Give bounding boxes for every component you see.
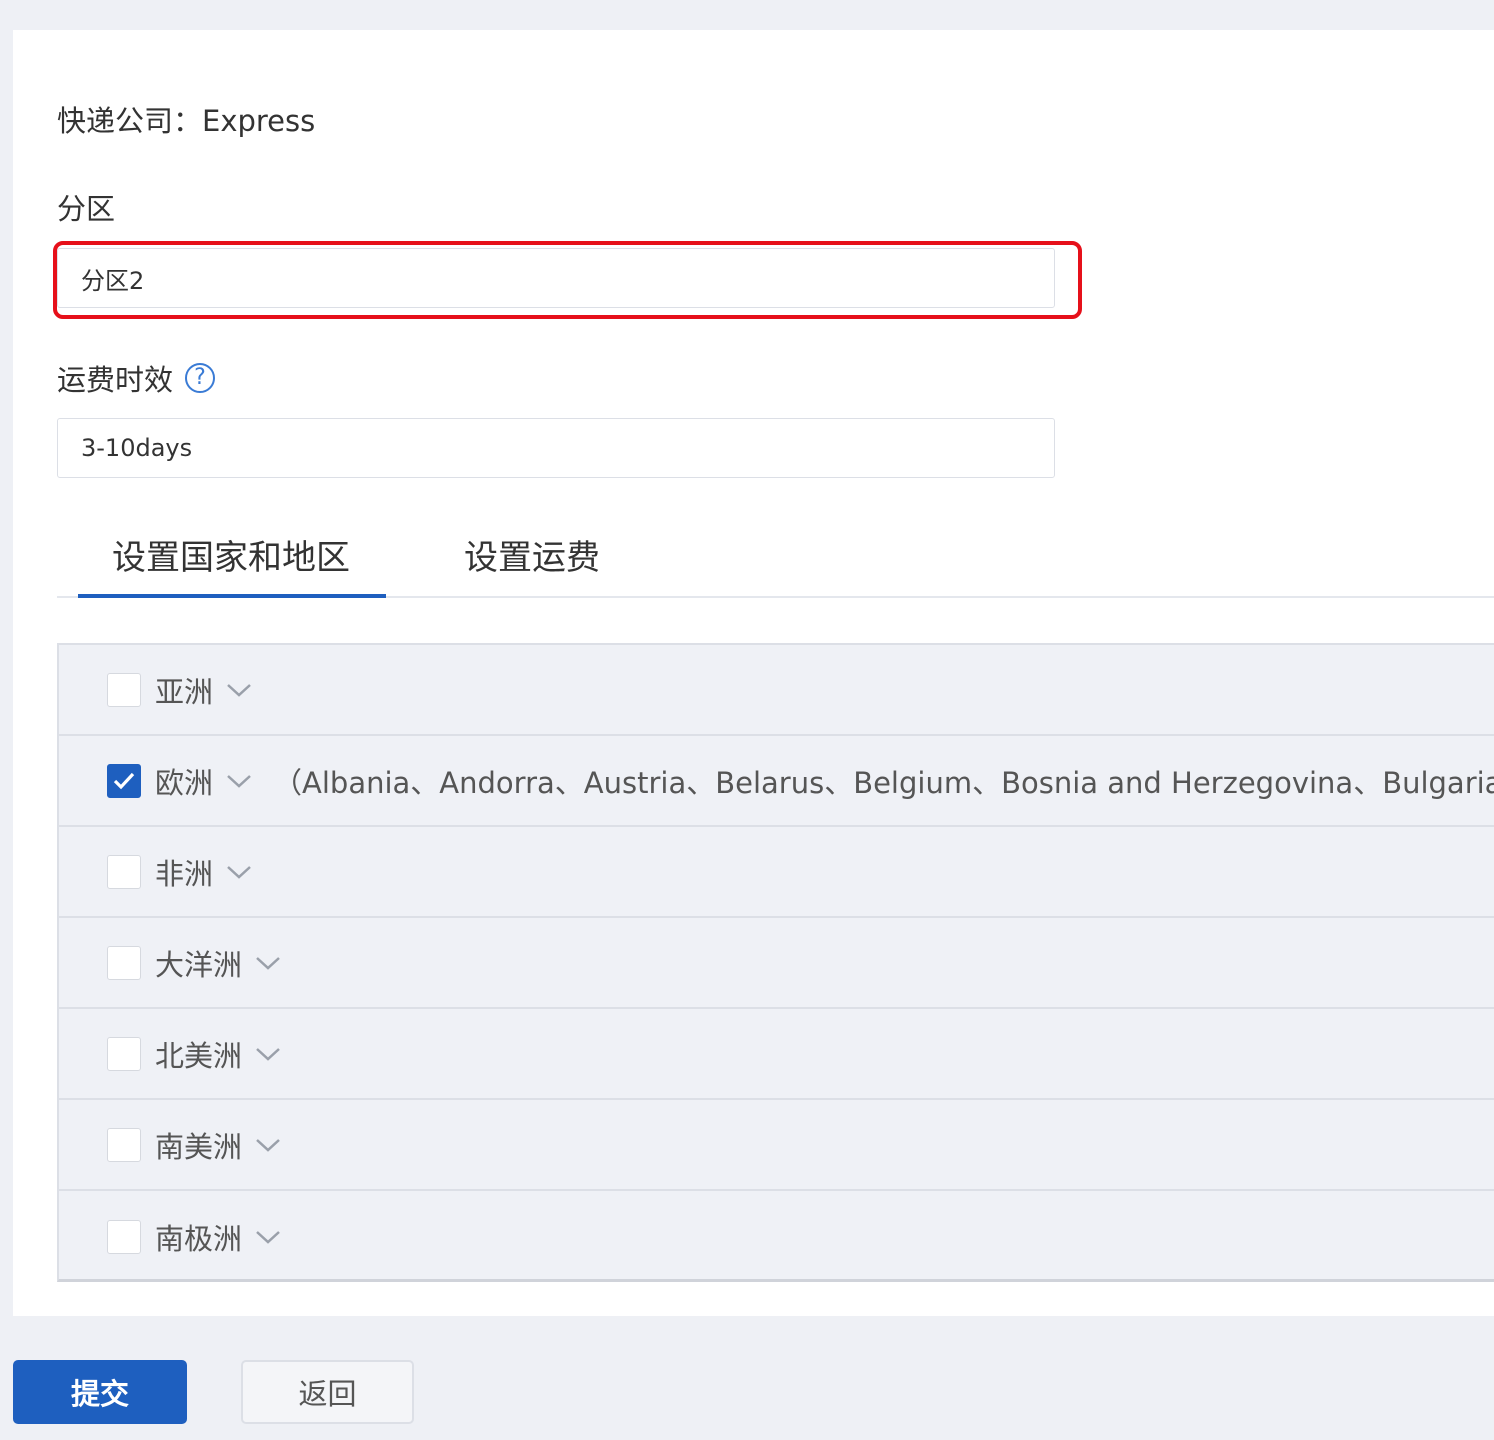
chevron-down-icon[interactable] bbox=[225, 681, 253, 699]
carrier-label: 快递公司：Express bbox=[57, 104, 316, 138]
chevron-down-icon[interactable] bbox=[254, 1045, 282, 1063]
chevron-down-icon[interactable] bbox=[254, 1136, 282, 1154]
active-tab-indicator bbox=[78, 594, 386, 598]
chevron-down-icon[interactable] bbox=[254, 1228, 282, 1246]
question-circle-icon[interactable]: ? bbox=[185, 363, 216, 393]
zone-label: 分区 bbox=[57, 186, 115, 228]
region-checkbox-oceania[interactable] bbox=[107, 945, 141, 980]
region-checkbox-asia[interactable] bbox=[107, 672, 141, 707]
shipping-time-input[interactable] bbox=[57, 418, 1055, 478]
zone-input[interactable] bbox=[57, 248, 1055, 308]
tab-set-shipping-fee[interactable]: 设置运费 bbox=[464, 530, 600, 579]
chevron-down-icon[interactable] bbox=[225, 772, 253, 790]
tab-set-countries[interactable]: 设置国家和地区 bbox=[112, 530, 350, 579]
region-row-europe: 欧洲 （Albania、Andorra、Austria、Belarus、Belg… bbox=[59, 736, 1494, 827]
region-countries-europe: （Albania、Andorra、Austria、Belarus、Belgium… bbox=[273, 765, 1494, 800]
region-name-europe: 欧洲 bbox=[155, 765, 214, 800]
region-name-asia: 亚洲 bbox=[155, 674, 214, 709]
region-checkbox-south-america[interactable] bbox=[107, 1127, 141, 1162]
form-panel: 快递公司：Express 分区 运费时效 ? 设置国家和地区 设置运费 亚洲 欧… bbox=[13, 30, 1494, 1316]
region-checkbox-north-america[interactable] bbox=[107, 1036, 141, 1071]
check-icon bbox=[113, 772, 135, 789]
region-name-oceania: 大洋洲 bbox=[155, 947, 243, 982]
region-row-antarctica: 南极洲 bbox=[59, 1191, 1494, 1279]
submit-button[interactable]: 提交 bbox=[13, 1360, 187, 1424]
shipping-time-label: 运费时效 ? bbox=[57, 357, 216, 399]
chevron-down-icon[interactable] bbox=[225, 863, 253, 881]
back-button[interactable]: 返回 bbox=[241, 1360, 414, 1424]
region-name-south-america: 南美洲 bbox=[155, 1129, 243, 1164]
region-row-oceania: 大洋洲 bbox=[59, 918, 1494, 1009]
region-row-south-america: 南美洲 bbox=[59, 1100, 1494, 1191]
shipping-time-label-text: 运费时效 bbox=[57, 363, 174, 397]
region-checkbox-europe[interactable] bbox=[107, 763, 141, 798]
zone-label-text: 分区 bbox=[57, 192, 116, 226]
region-row-asia: 亚洲 bbox=[59, 645, 1494, 736]
region-list: 亚洲 欧洲 （Albania、Andorra、Austria、Belarus、B… bbox=[57, 643, 1494, 1282]
region-name-north-america: 北美洲 bbox=[155, 1038, 243, 1073]
region-name-africa: 非洲 bbox=[155, 856, 214, 891]
region-name-antarctica: 南极洲 bbox=[155, 1221, 243, 1256]
region-row-north-america: 北美洲 bbox=[59, 1009, 1494, 1100]
region-checkbox-antarctica[interactable] bbox=[107, 1219, 141, 1254]
chevron-down-icon[interactable] bbox=[254, 954, 282, 972]
region-row-africa: 非洲 bbox=[59, 827, 1494, 918]
region-checkbox-africa[interactable] bbox=[107, 854, 141, 889]
tab-bar: 设置国家和地区 设置运费 bbox=[57, 520, 1494, 598]
